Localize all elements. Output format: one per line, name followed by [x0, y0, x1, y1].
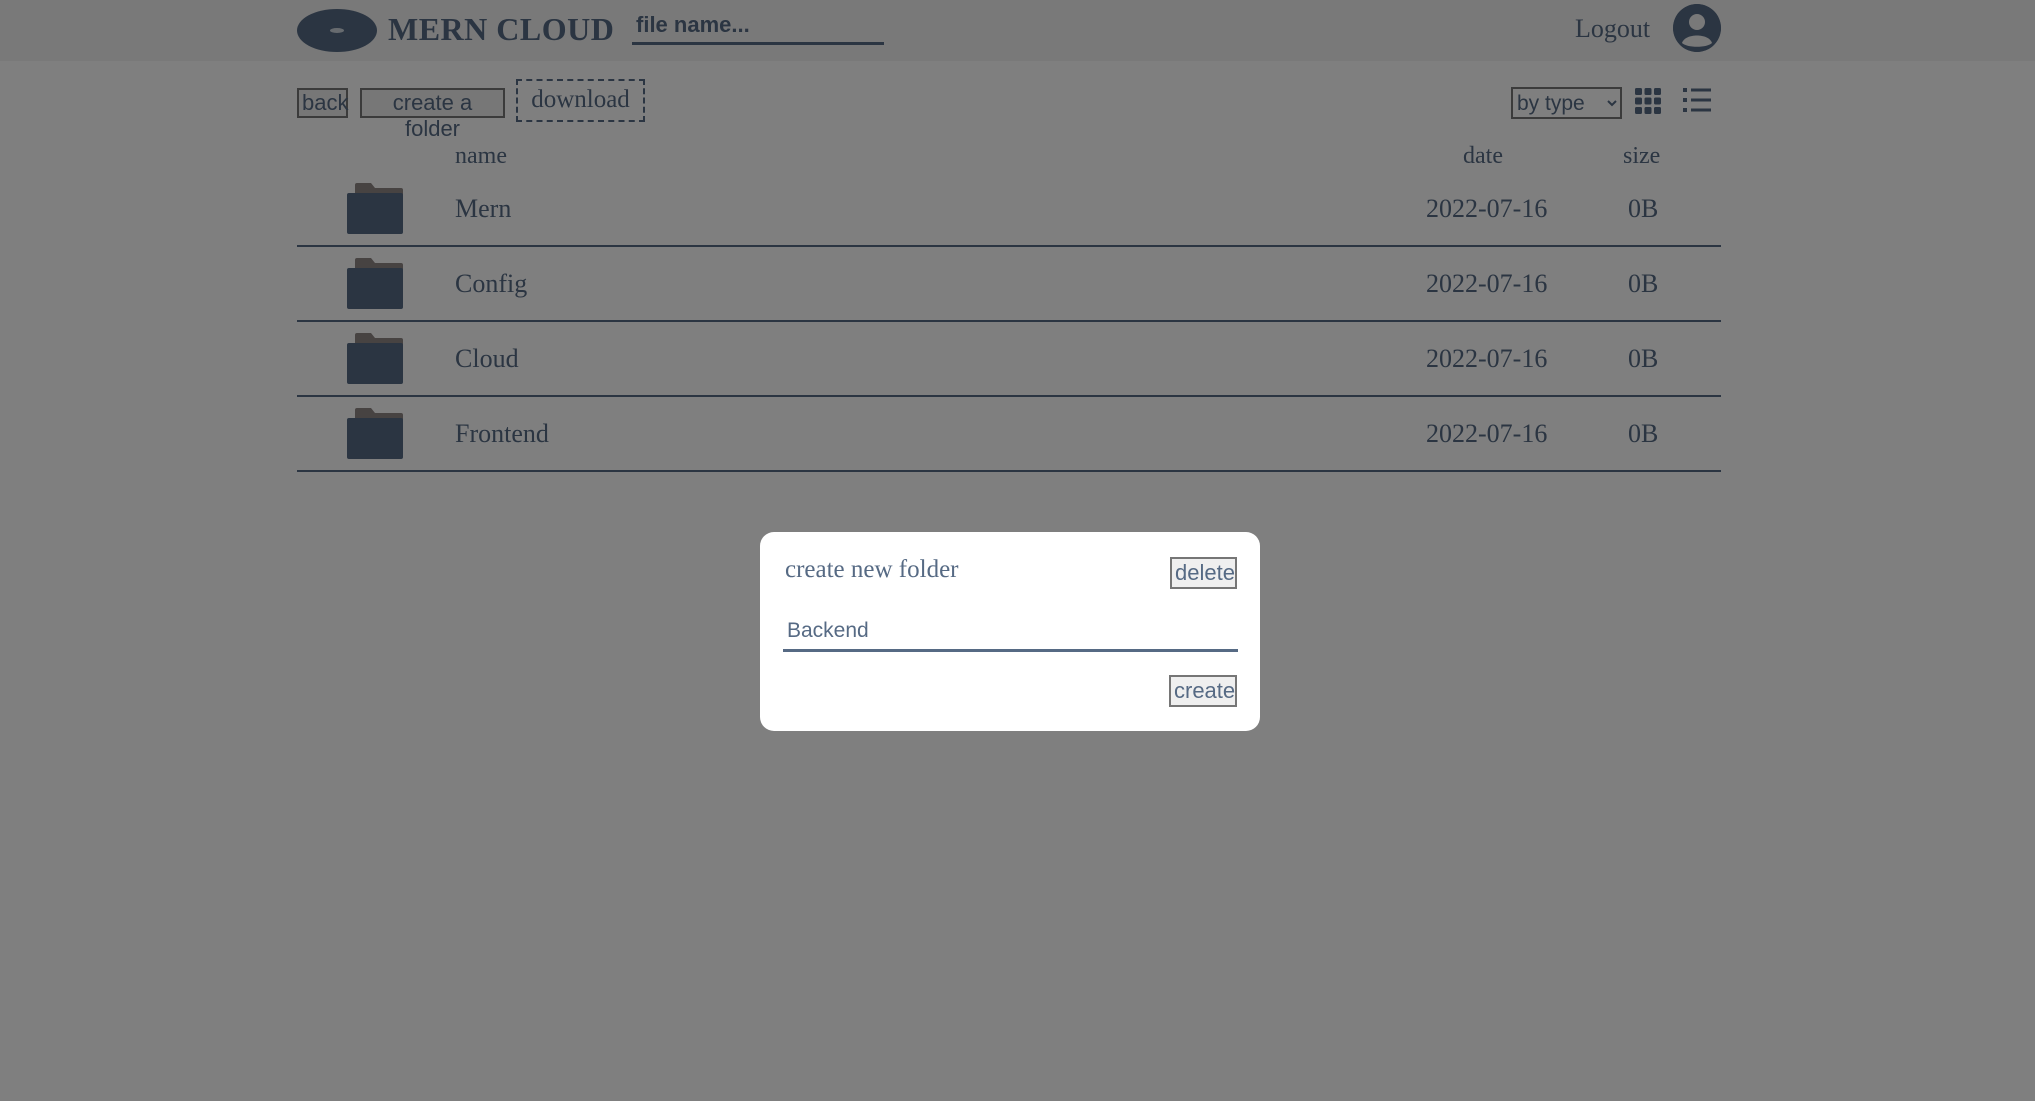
folder-name-input[interactable] — [783, 612, 1238, 652]
dialog-title: create new folder — [785, 556, 959, 583]
create-folder-dialog: create new folder delete create — [760, 532, 1260, 731]
create-button[interactable]: create — [1169, 675, 1237, 707]
close-dialog-button[interactable]: delete — [1170, 557, 1237, 589]
